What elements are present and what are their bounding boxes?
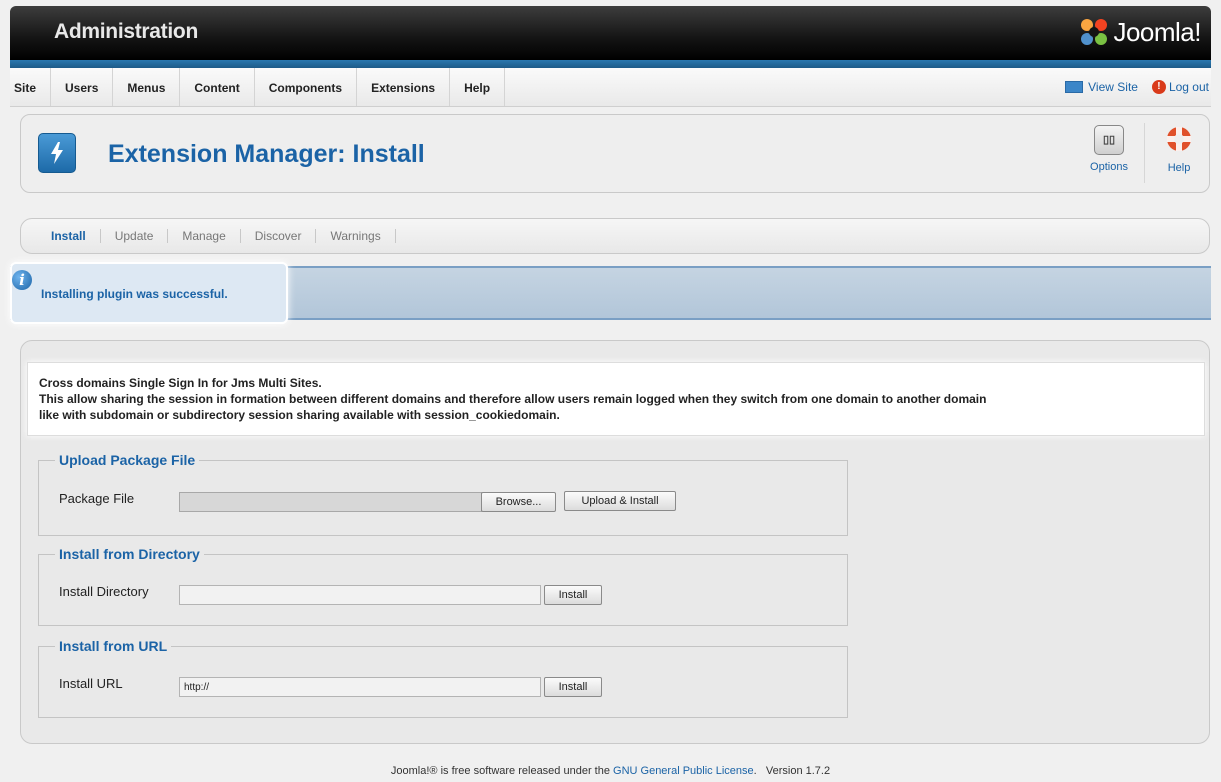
install-directory-label: Install Directory: [59, 584, 149, 599]
options-label: Options: [1090, 161, 1128, 173]
admin-header: Administration Joomla!: [10, 6, 1211, 60]
info-icon: i: [12, 270, 32, 290]
install-url-label: Install URL: [59, 676, 123, 691]
header-accent-strip: [10, 60, 1211, 68]
tab-install[interactable]: Install: [37, 229, 101, 243]
submenu-tabs: Install Update Manage Discover Warnings: [20, 218, 1210, 254]
tab-update[interactable]: Update: [101, 229, 169, 243]
browse-button[interactable]: Browse...: [481, 492, 556, 512]
options-icon: ▯▯: [1094, 125, 1124, 155]
joomla-logo[interactable]: Joomla!: [1079, 16, 1201, 48]
lifebuoy-icon: [1167, 127, 1191, 151]
description-line-3: like with subdomain or subdirectory sess…: [39, 408, 560, 422]
help-label: Help: [1167, 162, 1191, 174]
description-line-2: This allow sharing the session in format…: [39, 392, 987, 406]
package-file-label: Package File: [59, 491, 135, 506]
tab-manage[interactable]: Manage: [168, 229, 241, 243]
logo-text: Joomla!: [1113, 16, 1201, 47]
extension-manager-icon: [38, 133, 76, 173]
menu-content[interactable]: Content: [180, 68, 255, 106]
header-title: Administration: [54, 20, 198, 43]
joomla-logo-icon: [1081, 19, 1108, 45]
log-out-label: Log out: [1168, 80, 1209, 94]
install-directory-fieldset: Install from Directory Install Directory…: [38, 546, 848, 626]
upload-package-fieldset: Upload Package File Package File Browse.…: [38, 452, 848, 536]
page-title: Extension Manager: Install: [108, 140, 425, 168]
install-url-input[interactable]: http://: [179, 677, 541, 697]
options-button[interactable]: ▯▯ Options: [1083, 125, 1135, 173]
menu-users[interactable]: Users: [51, 68, 114, 106]
footer: Joomla!® is free software released under…: [0, 765, 1221, 777]
help-button[interactable]: Help: [1153, 125, 1205, 174]
install-directory-input[interactable]: [179, 585, 541, 605]
install-url-legend: Install from URL: [59, 638, 168, 654]
menu-site[interactable]: Site: [10, 68, 52, 106]
menu-extensions[interactable]: Extensions: [357, 68, 451, 106]
logout-icon: !: [1151, 80, 1166, 94]
footer-version: . Version 1.7.2: [753, 765, 831, 777]
plugin-description: Cross domains Single Sign In for Jms Mul…: [27, 362, 1205, 436]
gpl-link[interactable]: GNU General Public License: [613, 765, 754, 777]
install-url-fieldset: Install from URL Install URL http:// Ins…: [38, 638, 848, 718]
upload-package-legend: Upload Package File: [59, 452, 196, 468]
upload-install-button[interactable]: Upload & Install: [564, 491, 676, 511]
log-out-link[interactable]: ! Log out: [1151, 80, 1209, 94]
description-line-1: Cross domains Single Sign In for Jms Mul…: [39, 376, 322, 390]
tab-discover[interactable]: Discover: [241, 229, 317, 243]
menu-help[interactable]: Help: [450, 68, 506, 106]
install-directory-button[interactable]: Install: [544, 585, 602, 605]
main-menu-bar: Site Users Menus Content Components Exte…: [10, 68, 1211, 107]
footer-text: Joomla!® is free software released under…: [390, 765, 614, 777]
monitor-icon: [1065, 81, 1084, 93]
success-message: Installing plugin was successful.: [41, 287, 228, 301]
toolbar-divider: [1144, 123, 1145, 183]
install-directory-legend: Install from Directory: [59, 546, 200, 562]
view-site-link[interactable]: View Site: [1065, 80, 1138, 94]
view-site-label: View Site: [1088, 80, 1138, 94]
menu-components[interactable]: Components: [255, 68, 358, 106]
menu-menus[interactable]: Menus: [113, 68, 181, 106]
toolbar-box: Extension Manager: Install ▯▯ Options He…: [20, 114, 1210, 193]
install-url-button[interactable]: Install: [544, 677, 602, 697]
package-file-input[interactable]: [179, 492, 482, 512]
tab-warnings[interactable]: Warnings: [316, 229, 396, 243]
